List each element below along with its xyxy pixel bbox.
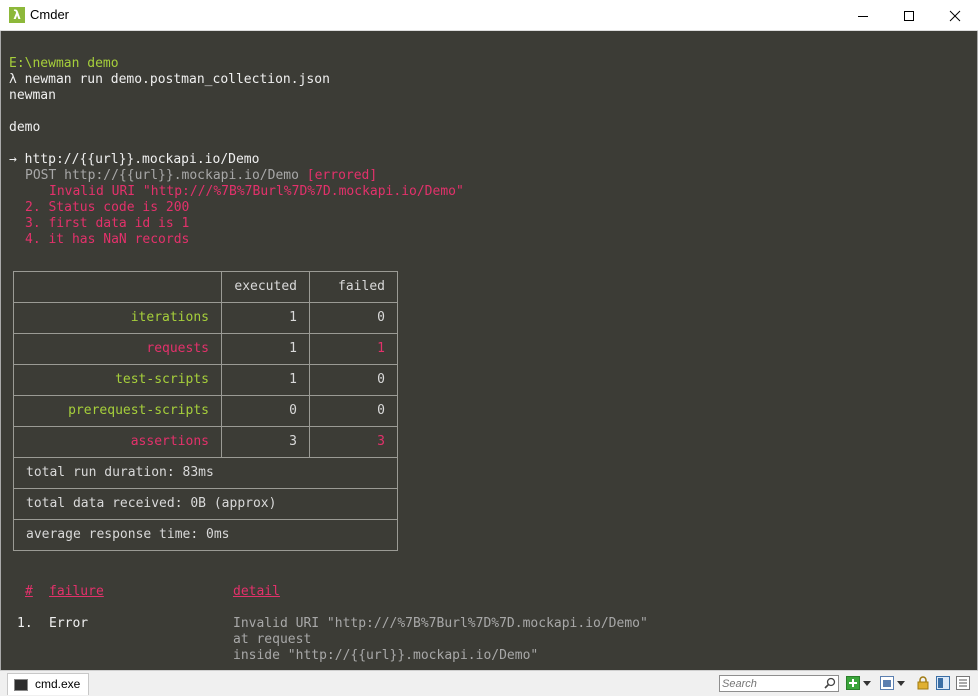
failures-header-failure: failure <box>49 584 104 599</box>
summary-data-received: total data received: 0B (approx) <box>13 488 398 520</box>
row-label: prerequest-scripts <box>13 395 222 427</box>
row-executed: 1 <box>221 333 310 365</box>
request-line: POST http://{{url}}.mockapi.io/Demo [err… <box>25 168 377 184</box>
request-method: POST http://{{url}}.mockapi.io/Demo <box>25 168 299 183</box>
console-tab[interactable]: cmd.exe <box>7 673 89 695</box>
table-header-cell <box>13 271 222 303</box>
close-button[interactable] <box>932 0 978 31</box>
row-executed: 1 <box>221 302 310 334</box>
assertion-line: 4. it has NaN records <box>25 232 190 247</box>
table-row: requests 1 1 <box>13 333 398 365</box>
search-input[interactable] <box>722 676 822 691</box>
console-icon <box>14 679 28 691</box>
tool-name: newman <box>9 88 56 103</box>
failure-detail: Invalid URI "http:///%7B%7Burl%7D%7D.moc… <box>233 616 648 631</box>
failures-header-num: # <box>25 584 33 599</box>
failure-detail: inside "http://{{url}}.mockapi.io/Demo" <box>233 648 539 663</box>
table-row: test-scripts 1 0 <box>13 364 398 396</box>
row-failed: 3 <box>309 426 398 458</box>
table-row: iterations 1 0 <box>13 302 398 334</box>
row-failed: 0 <box>309 302 398 334</box>
summary-run-duration: total run duration: 83ms <box>13 457 398 489</box>
search-box[interactable] <box>719 675 839 692</box>
search-icon[interactable] <box>824 677 836 689</box>
table-row: prerequest-scripts 0 0 <box>13 395 398 427</box>
failure-name: Error <box>49 616 89 631</box>
window-title: Cmder <box>30 7 70 22</box>
table-row: assertions 3 3 <box>13 426 398 458</box>
stats-table: executed failed iterations 1 0 requests … <box>13 271 398 551</box>
chevron-down-icon[interactable] <box>896 676 906 690</box>
request-status: [errored] <box>306 168 378 183</box>
tab-label: cmd.exe <box>35 677 81 691</box>
row-label: requests <box>13 333 222 365</box>
row-failed: 0 <box>309 364 398 396</box>
error-message: Invalid URI "http:///%7B%7Burl%7D%7D.moc… <box>49 184 464 199</box>
request-name: → http://{{url}}.mockapi.io/Demo <box>9 152 260 167</box>
lock-icon[interactable] <box>916 676 930 690</box>
row-label: assertions <box>13 426 222 458</box>
summary-response-time: average response time: 0ms <box>13 519 398 551</box>
assertion-line: 3. first data id is 1 <box>25 216 190 231</box>
row-label: test-scripts <box>13 364 222 396</box>
row-label: iterations <box>13 302 222 334</box>
minimize-button[interactable] <box>840 0 886 31</box>
close-icon <box>949 10 961 21</box>
row-executed: 1 <box>221 364 310 396</box>
current-path: E:\newman demo <box>9 56 119 71</box>
row-failed: 1 <box>309 333 398 365</box>
chevron-down-icon[interactable] <box>862 676 872 690</box>
collection-name: demo <box>9 120 41 135</box>
terminal-output[interactable]: E:\newman demo λ newman run demo.postman… <box>0 31 978 670</box>
maximize-icon <box>904 10 914 21</box>
table-header-cell: failed <box>309 271 398 303</box>
minimize-icon <box>858 15 868 17</box>
summary-row: total run duration: 83ms <box>13 457 398 489</box>
window-list-icon[interactable] <box>880 676 894 690</box>
title-bar[interactable]: λ Cmder <box>0 0 978 31</box>
new-console-icon[interactable] <box>846 676 860 690</box>
row-failed: 0 <box>309 395 398 427</box>
summary-row: total data received: 0B (approx) <box>13 488 398 520</box>
table-header-cell: executed <box>221 271 310 303</box>
lambda-icon: λ <box>9 7 25 23</box>
maximize-button[interactable] <box>886 0 932 31</box>
command-line: λ newman run demo.postman_collection.jso… <box>9 72 330 87</box>
split-view-icon[interactable] <box>936 676 950 690</box>
status-bar: cmd.exe <box>0 670 978 696</box>
table-header-row: executed failed <box>13 271 398 303</box>
menu-icon[interactable] <box>956 676 970 690</box>
summary-row: average response time: 0ms <box>13 519 398 551</box>
row-executed: 3 <box>221 426 310 458</box>
failure-num: 1. <box>17 616 33 631</box>
failure-detail: at request <box>233 632 312 647</box>
row-executed: 0 <box>221 395 310 427</box>
failures-header-detail: detail <box>233 584 280 599</box>
assertion-line: 2. Status code is 200 <box>25 200 190 215</box>
